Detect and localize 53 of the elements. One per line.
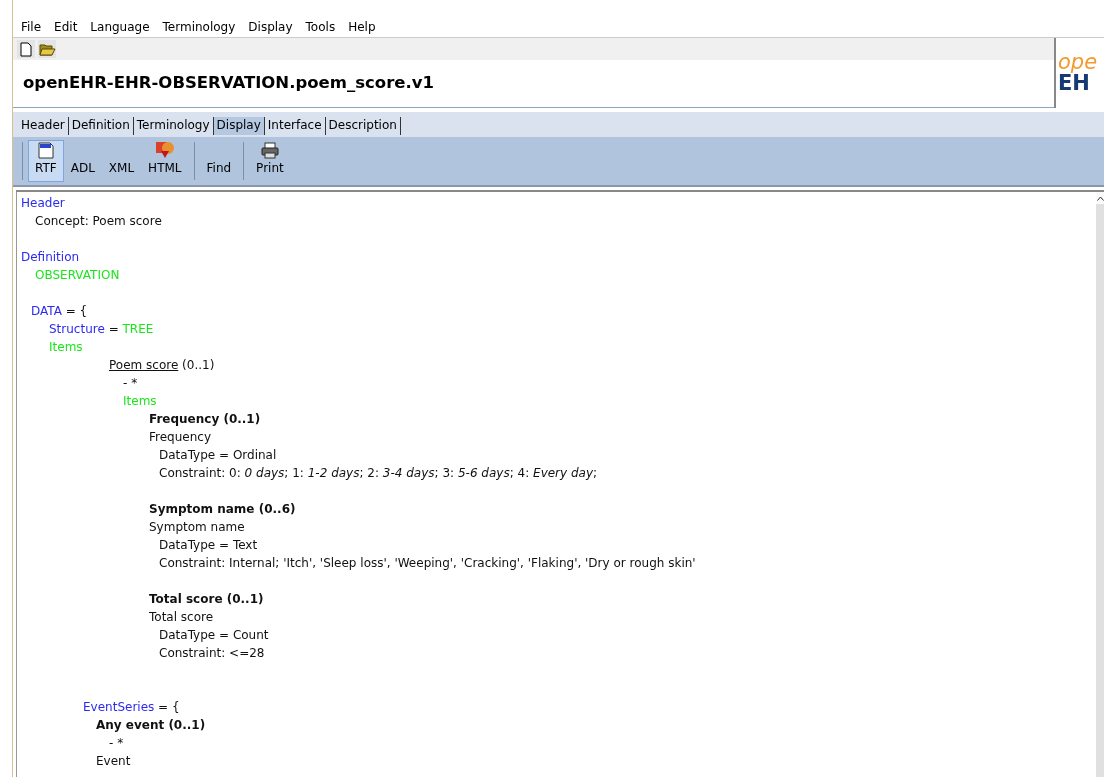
document-line: Concept: Poem score xyxy=(35,214,162,228)
menu-item[interactable]: Language xyxy=(89,17,151,36)
document-line: Structure = TREE xyxy=(49,322,154,336)
view-button[interactable]: Print xyxy=(249,140,291,182)
document-line: Constraint: Internal; 'Itch', 'Sleep loss', 'Weeping', 'Cracking', 'Flaking', 'Dry or rough skin' xyxy=(159,556,696,570)
document-line: - * xyxy=(123,376,138,390)
menu-item[interactable]: File xyxy=(20,17,43,36)
web-page-icon xyxy=(154,141,175,159)
menu-item[interactable]: Display xyxy=(247,17,294,36)
document-line: Items xyxy=(49,340,83,354)
document-line: Total score xyxy=(149,610,214,624)
open-folder-icon[interactable] xyxy=(38,40,56,58)
new-file-icon[interactable] xyxy=(17,40,35,58)
document-line: Constraint: 0: 0 days; 1: 1-2 days; 2: 3-4 days; 3: 5-6 days; 4: Every day; xyxy=(159,466,598,480)
tab[interactable]: Definition xyxy=(68,117,134,135)
printer-icon xyxy=(260,142,279,159)
tab[interactable]: Header xyxy=(18,117,69,135)
document-line: - * xyxy=(109,736,124,750)
document-line: Event xyxy=(96,754,131,768)
view-button[interactable]: HTML xyxy=(141,140,189,182)
tab[interactable]: Display xyxy=(213,117,265,135)
document-line: Any event (0..1) xyxy=(96,718,206,732)
document-line: Poem score (0..1) xyxy=(109,358,215,372)
document-line: OBSERVATION xyxy=(35,268,120,282)
tab[interactable]: Interface xyxy=(264,117,326,135)
document-line: Definition xyxy=(21,250,80,264)
document-line: Symptom name xyxy=(149,520,245,534)
document-line: DataType = Count xyxy=(159,628,269,642)
document-line: Total score (0..1) xyxy=(149,592,264,606)
document-line: Header xyxy=(21,196,65,210)
document-line: Symptom name (0..6) xyxy=(149,502,296,516)
document-line: Frequency (0..1) xyxy=(149,412,261,426)
document-line: DataType = Ordinal xyxy=(159,448,277,462)
document-line: DataType = Text xyxy=(159,538,258,552)
document-line: Constraint: <=28 xyxy=(159,646,265,660)
menu-item[interactable]: Help xyxy=(347,17,377,36)
tab[interactable]: Description xyxy=(325,117,401,135)
document-line: Items xyxy=(123,394,157,408)
document-line: Frequency xyxy=(149,430,211,444)
menu-item[interactable]: Tools xyxy=(304,17,337,36)
view-button[interactable]: RTF xyxy=(28,140,64,182)
view-button[interactable]: ADL xyxy=(63,140,102,182)
view-button[interactable]: XML xyxy=(101,140,142,182)
document-icon xyxy=(37,142,54,159)
view-button[interactable]: Find xyxy=(199,140,239,182)
scroll-up-icon[interactable] xyxy=(1096,195,1104,201)
scrollbar[interactable] xyxy=(1096,192,1104,777)
document-line: EventSeries = { xyxy=(83,700,180,714)
archetype-title: openEHR-EHR-OBSERVATION.poem_score.v1 xyxy=(23,72,434,95)
tab[interactable]: Terminology xyxy=(133,117,214,135)
menu-item[interactable]: Terminology xyxy=(161,17,237,36)
document-line: DATA = { xyxy=(31,304,88,318)
menu-item[interactable]: Edit xyxy=(53,17,79,36)
